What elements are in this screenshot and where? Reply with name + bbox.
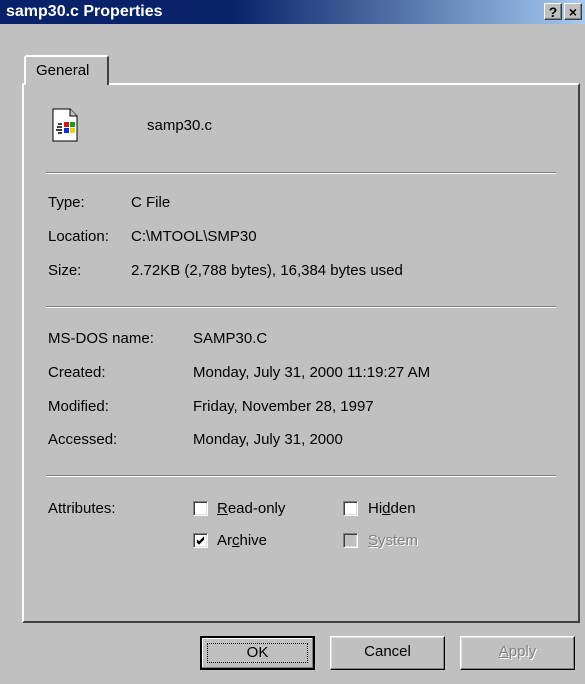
- tab-general-label: General: [36, 62, 90, 79]
- cancel-button[interactable]: Cancel: [330, 636, 445, 670]
- tab-general[interactable]: General: [24, 55, 109, 85]
- title-bar[interactable]: samp30.c Properties ? ×: [0, 0, 585, 24]
- cancel-button-label: Cancel: [364, 643, 411, 660]
- ok-button[interactable]: OK: [200, 636, 315, 670]
- general-tab-panel: [22, 83, 580, 623]
- help-button[interactable]: ?: [544, 3, 562, 20]
- apply-button: Apply: [460, 636, 575, 670]
- apply-button-rest: pply: [508, 643, 537, 660]
- window-title: samp30.c Properties: [6, 3, 163, 20]
- ok-button-label: OK: [207, 643, 308, 663]
- help-icon: ?: [548, 4, 558, 20]
- close-icon: ×: [568, 4, 578, 20]
- apply-button-accel: A: [498, 643, 509, 660]
- close-button[interactable]: ×: [564, 3, 582, 20]
